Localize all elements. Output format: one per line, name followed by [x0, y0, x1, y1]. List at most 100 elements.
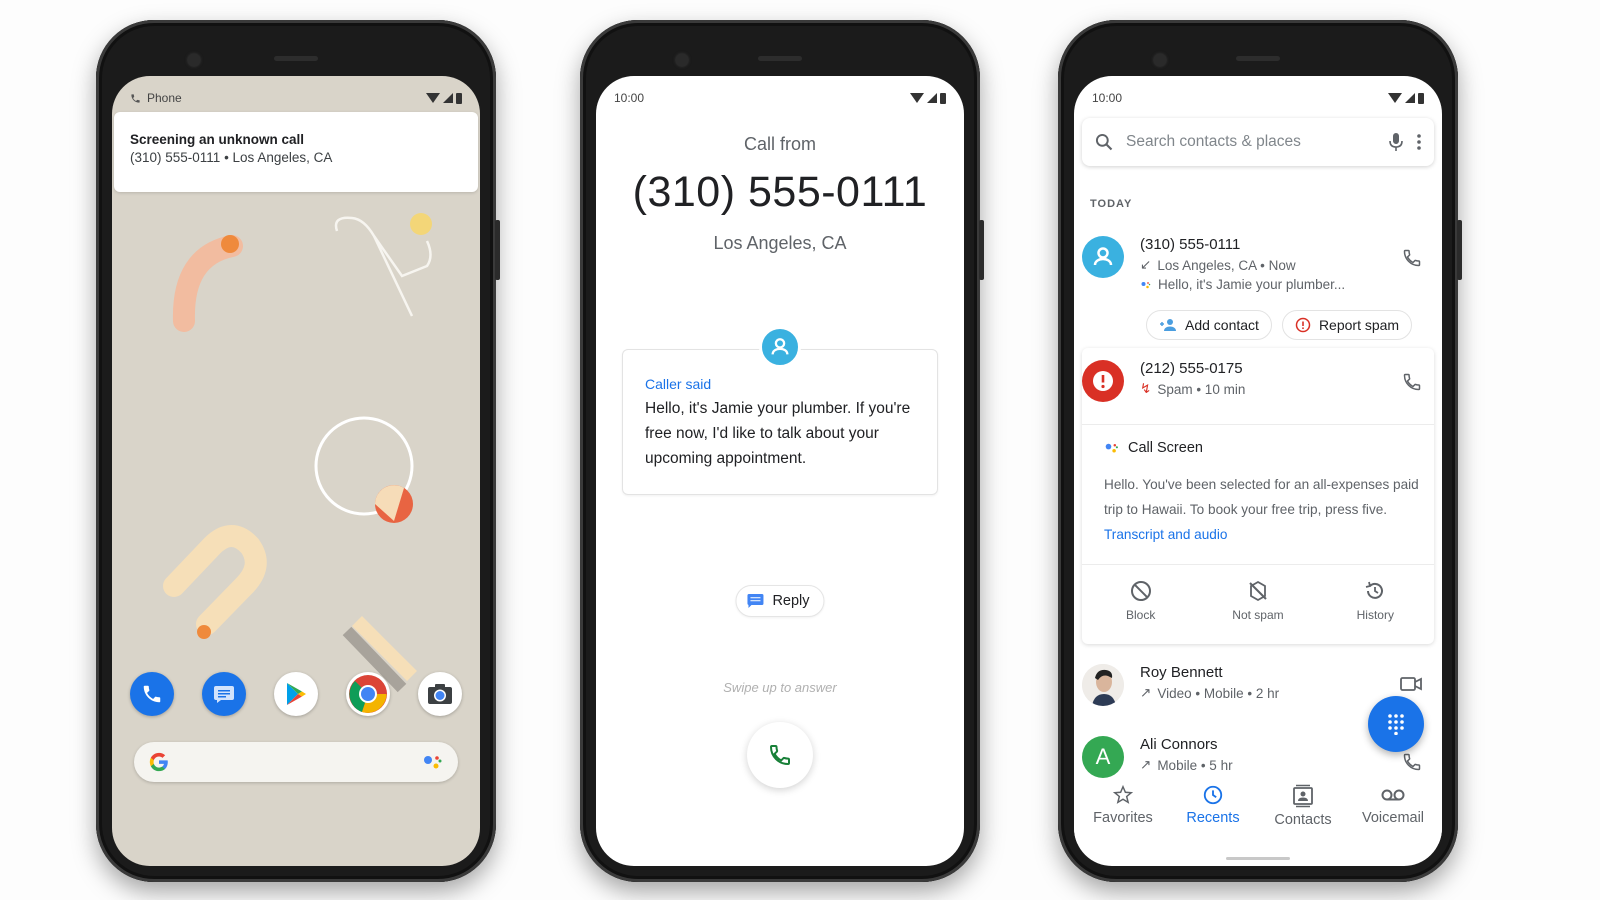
add-contact-button[interactable]: Add contact: [1146, 310, 1272, 340]
call-detail: ↯ Spam • 10 min: [1140, 381, 1246, 397]
call-log-item-spam[interactable]: (212) 555-0175 ↯ Spam • 10 min: [1082, 360, 1434, 402]
call-back-icon[interactable]: [1402, 248, 1422, 268]
call-transcript-preview: Hello, it's Jamie your plumber...: [1140, 277, 1434, 292]
recents-screen: 10:00 Search contacts & places TODAY (31…: [1074, 76, 1442, 866]
call-name: Roy Bennett: [1140, 664, 1223, 681]
tab-voicemail[interactable]: Voicemail: [1350, 784, 1436, 844]
person-icon: [1093, 247, 1113, 266]
messages-app-icon[interactable]: [202, 672, 246, 716]
call-name: (310) 555-0111: [1140, 236, 1241, 253]
phone-incoming-call: 10:00 Call from (310) 555-0111 Los Angel…: [580, 20, 984, 882]
spam-avatar: [1082, 360, 1124, 402]
play-store-app-icon[interactable]: [274, 672, 318, 716]
video-call-icon[interactable]: [1400, 676, 1422, 692]
power-button: [979, 220, 984, 280]
add-person-icon: [1160, 319, 1176, 331]
caller-said-label: Caller said: [645, 376, 712, 392]
wifi-icon: [1388, 93, 1402, 103]
earpiece: [274, 56, 318, 61]
divider: [1082, 564, 1434, 565]
phone-app-icon[interactable]: [130, 672, 174, 716]
camera-app-icon[interactable]: [418, 672, 462, 716]
block-button[interactable]: Block: [1096, 580, 1186, 622]
contact-initial-avatar: A: [1082, 736, 1124, 778]
front-camera: [188, 54, 200, 66]
chrome-app-icon[interactable]: [346, 672, 390, 716]
incoming-arrow-icon: ↙: [1140, 257, 1152, 272]
call-log-item[interactable]: (310) 555-0111 ↙ Los Angeles, CA • Now He…: [1082, 236, 1434, 292]
transcript-audio-link[interactable]: Transcript and audio: [1104, 527, 1227, 542]
call-actions: Add contact Report spam: [1146, 310, 1413, 340]
incoming-call-screen: 10:00 Call from (310) 555-0111 Los Angel…: [596, 76, 964, 866]
assistant-icon: [1141, 281, 1151, 288]
caller-number: (310) 555-0111: [632, 168, 928, 216]
clock-icon: [1203, 785, 1223, 805]
not-spam-button[interactable]: Not spam: [1213, 580, 1303, 622]
contact-photo: [1082, 664, 1124, 706]
status-icons: [910, 92, 946, 104]
bottom-navigation: Favorites Recents Contacts Voicemail: [1074, 784, 1442, 844]
voicemail-icon: [1381, 789, 1405, 801]
swipe-hint: Swipe up to answer: [723, 680, 837, 695]
wallpaper-dot-orange-2: [197, 625, 211, 639]
front-camera: [676, 54, 688, 66]
caller-location: Los Angeles, CA: [713, 233, 847, 253]
assistant-icon[interactable]: [422, 752, 444, 772]
power-button: [1457, 220, 1462, 280]
caller-said-text: Hello, it's Jamie your plumber. If you'r…: [645, 400, 911, 467]
message-icon: [747, 594, 764, 608]
contacts-icon: [1293, 784, 1313, 808]
call-screen-header: Call Screen: [1104, 440, 1203, 456]
report-icon: [1295, 317, 1311, 333]
status-bar: 10:00: [1092, 90, 1424, 106]
dialpad-fab[interactable]: [1368, 696, 1424, 752]
wallpaper-arc: [172, 235, 243, 332]
reply-button[interactable]: Reply: [735, 585, 825, 617]
microphone-icon[interactable]: [1388, 132, 1404, 152]
contact-avatar: [1082, 236, 1124, 278]
not-spam-icon: [1249, 580, 1267, 602]
spam-arrow-icon: ↯: [1140, 381, 1152, 396]
divider: [1082, 424, 1434, 425]
search-icon: [1095, 133, 1113, 151]
call-detail: ↗ Mobile • 5 hr: [1140, 757, 1233, 773]
dialpad-icon: [1388, 714, 1404, 735]
status-time: 10:00: [1092, 91, 1123, 105]
search-bar[interactable]: Search contacts & places: [1082, 118, 1434, 166]
spam-actions: Block Not spam History: [1082, 580, 1434, 622]
block-icon: [1130, 581, 1151, 601]
caller-avatar: [759, 326, 801, 368]
earpiece: [758, 56, 802, 61]
call-name: (212) 555-0175: [1140, 360, 1243, 377]
app-dock: [130, 672, 462, 716]
person-photo-icon: [1082, 664, 1124, 706]
front-camera: [1154, 54, 1166, 66]
battery-icon: [940, 92, 946, 104]
history-icon: [1366, 581, 1384, 599]
report-spam-button[interactable]: Report spam: [1281, 310, 1413, 340]
search-input[interactable]: Search contacts & places: [1126, 133, 1376, 151]
person-icon: [771, 338, 789, 355]
tab-recents[interactable]: Recents: [1170, 784, 1256, 844]
signal-icon: [927, 93, 937, 103]
assistant-icon: [1105, 443, 1118, 453]
google-search-bar[interactable]: [134, 742, 458, 782]
history-button[interactable]: History: [1330, 580, 1420, 622]
power-button: [495, 220, 500, 280]
call-back-icon[interactable]: [1402, 372, 1422, 392]
tab-favorites[interactable]: Favorites: [1080, 784, 1166, 844]
google-logo-icon: [149, 752, 168, 772]
home-screen: Phone Screening an unknown call (310) 55…: [112, 76, 480, 866]
signal-icon: [1405, 93, 1415, 103]
answer-call-button[interactable]: [747, 722, 813, 788]
star-icon: [1112, 784, 1134, 804]
outgoing-arrow-icon: ↗: [1140, 757, 1152, 772]
more-options-icon[interactable]: [1416, 133, 1422, 151]
home-indicator[interactable]: [1226, 857, 1290, 860]
call-from-label: Call from: [743, 134, 816, 154]
status-icons: [1388, 92, 1424, 104]
caller-said-card: Caller said Hello, it's Jamie your plumb…: [622, 349, 938, 495]
call-back-icon[interactable]: [1402, 752, 1422, 772]
section-today: TODAY: [1090, 198, 1133, 210]
tab-contacts[interactable]: Contacts: [1260, 784, 1346, 844]
